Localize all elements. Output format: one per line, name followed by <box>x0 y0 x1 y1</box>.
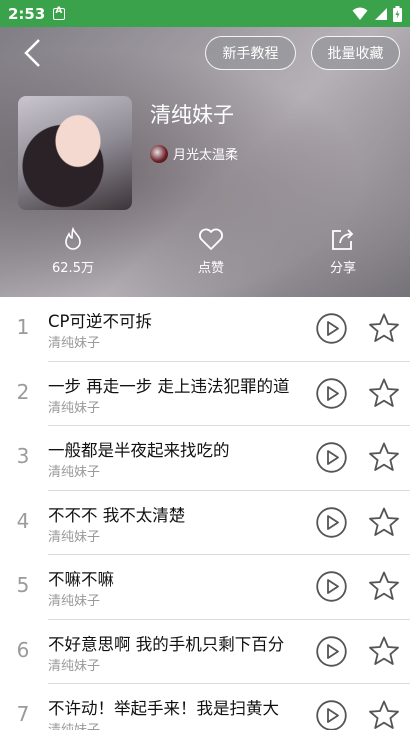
creator-avatar <box>150 144 168 163</box>
signal-icon <box>375 7 387 20</box>
song-index: 3 <box>16 444 30 468</box>
status-icons <box>352 5 402 22</box>
song-row[interactable]: 1 CP可逆不可拆 清纯妹子 <box>0 297 410 362</box>
play-icon[interactable] <box>316 700 347 730</box>
song-index: 1 <box>16 315 30 339</box>
share-label: 分享 <box>329 261 356 276</box>
song-row[interactable]: 6 不好意思啊 我的手机只剩下百分 清纯妹子 <box>0 620 410 684</box>
back-arrow-icon[interactable] <box>18 37 50 69</box>
song-index: 6 <box>16 637 30 662</box>
song-artist: 清纯妹子 <box>48 336 101 351</box>
star-icon[interactable] <box>368 377 400 409</box>
like-button[interactable]: 点赞 <box>171 227 251 276</box>
creator-name: 月光太温柔 <box>173 148 239 163</box>
song-artist: 清纯妹子 <box>48 529 101 545</box>
playlist-header: 新手教程 批量收藏 清纯妹子 月光太温柔 62.5万 点赞 分享 <box>0 27 410 297</box>
share-icon <box>332 229 354 250</box>
wifi-icon <box>352 7 368 20</box>
song-list: 1 CP可逆不可拆 清纯妹子 2 一步 再走一步 走上违法犯罪的道 清纯妹子 3… <box>0 297 410 730</box>
play-count: 62.5万 <box>52 261 94 276</box>
notification-icon <box>53 6 66 20</box>
song-artist: 清纯妹子 <box>48 400 101 416</box>
heart-icon <box>199 228 223 250</box>
play-icon[interactable] <box>316 635 347 667</box>
tutorial-button[interactable]: 新手教程 <box>205 36 296 70</box>
play-count-stat: 62.5万 <box>33 227 113 276</box>
song-row[interactable]: 5 不嘛不嘛 清纯妹子 <box>0 555 410 620</box>
play-icon[interactable] <box>316 506 347 538</box>
status-bar: 2:53 <box>0 0 410 27</box>
battery-icon <box>393 5 402 22</box>
song-title: 不许动！举起手来！我是扫黄大 <box>48 699 279 718</box>
playlist-cover-image <box>18 96 132 210</box>
song-artist: 清纯妹子 <box>48 658 101 674</box>
star-icon[interactable] <box>368 635 400 667</box>
play-icon[interactable] <box>316 442 347 473</box>
status-time: 2:53 <box>8 4 46 23</box>
star-icon[interactable] <box>368 506 400 538</box>
share-button[interactable]: 分享 <box>303 227 383 276</box>
song-row[interactable]: 3 一般都是半夜起来找吃的 清纯妹子 <box>0 426 410 491</box>
song-title: 不嘛不嘛 <box>48 570 114 589</box>
song-row[interactable]: 4 不不不 我不太清楚 清纯妹子 <box>0 491 410 555</box>
like-label: 点赞 <box>197 261 224 276</box>
song-artist: 清纯妹子 <box>48 465 101 480</box>
song-artist: 清纯妹子 <box>48 594 101 609</box>
song-row[interactable]: 7 不许动！举起手来！我是扫黄大 清纯妹子 <box>0 684 410 730</box>
song-index: 4 <box>16 508 30 533</box>
song-row[interactable]: 2 一步 再走一步 走上违法犯罪的道 清纯妹子 <box>0 362 410 426</box>
song-title: 一步 再走一步 走上违法犯罪的道 <box>48 376 290 396</box>
star-icon[interactable] <box>368 441 400 473</box>
star-icon[interactable] <box>368 699 400 730</box>
play-icon[interactable] <box>316 571 347 602</box>
star-icon[interactable] <box>368 312 400 344</box>
song-title: 一般都是半夜起来找吃的 <box>48 441 230 460</box>
song-artist: 清纯妹子 <box>48 719 100 730</box>
batch-collect-button[interactable]: 批量收藏 <box>311 36 400 70</box>
star-icon[interactable] <box>368 570 400 602</box>
playlist-title: 清纯妹子 <box>150 103 234 127</box>
song-title: CP可逆不可拆 <box>48 312 152 331</box>
song-title: 不好意思啊 我的手机只剩下百分 <box>48 634 285 654</box>
creator-info[interactable]: 月光太温柔 <box>150 144 238 163</box>
song-title: 不不不 我不太清楚 <box>48 505 186 525</box>
fire-icon <box>65 227 81 250</box>
song-index: 5 <box>16 573 30 597</box>
play-icon[interactable] <box>316 313 347 344</box>
song-index: 2 <box>16 379 30 404</box>
song-index: 7 <box>16 702 30 726</box>
play-icon[interactable] <box>316 377 347 409</box>
